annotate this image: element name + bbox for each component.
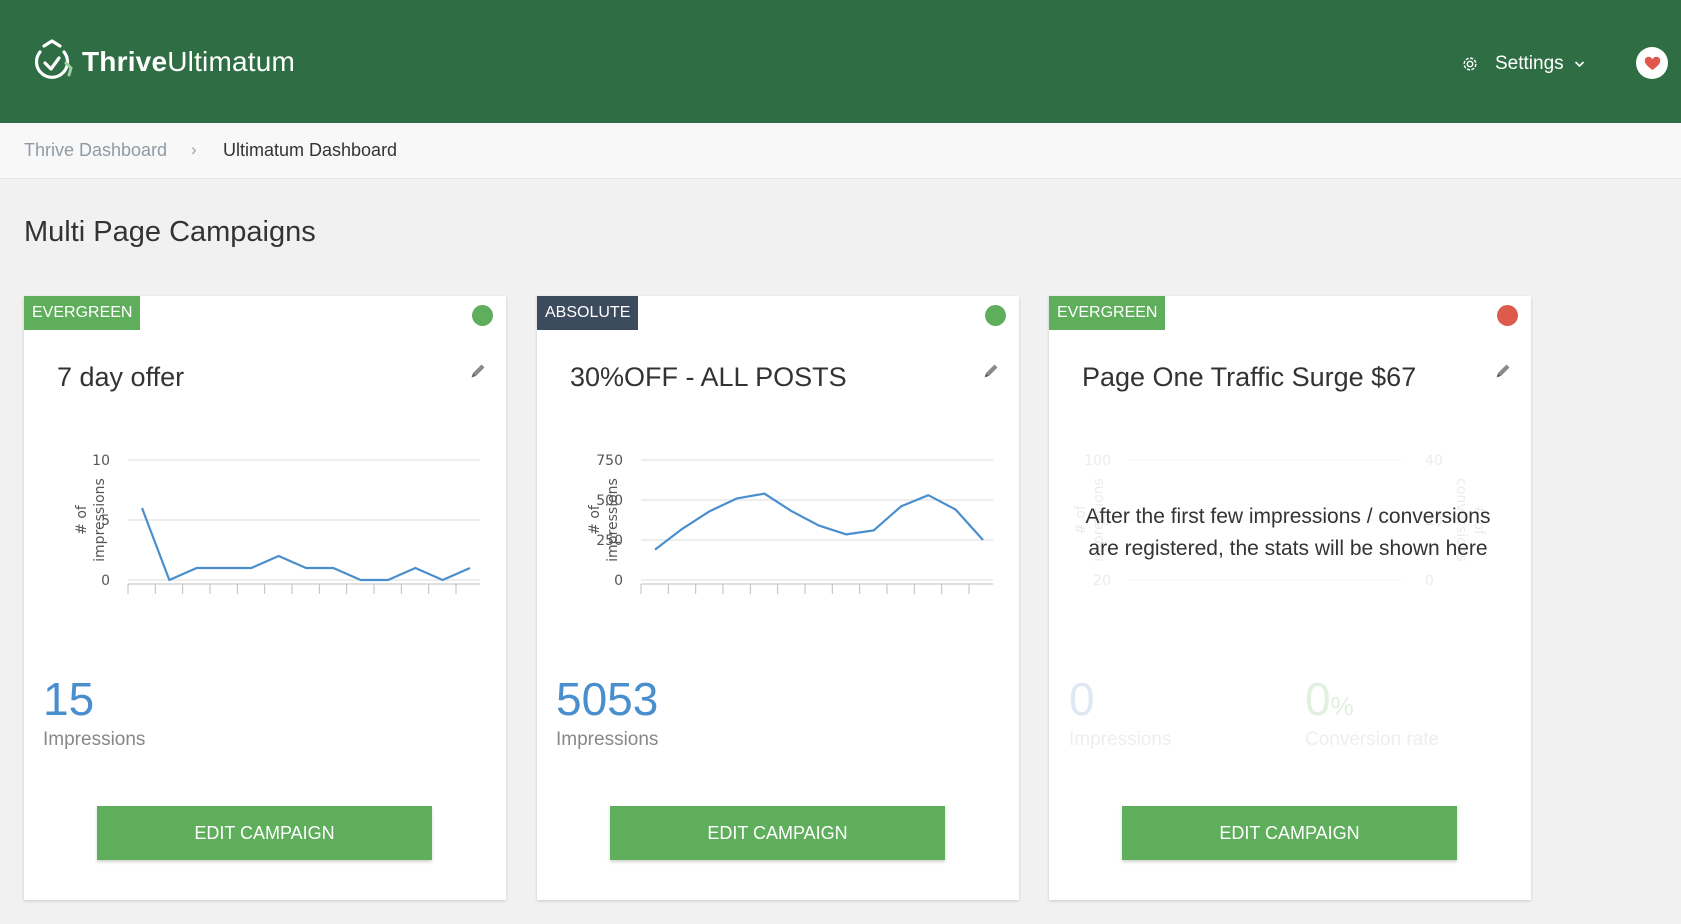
brand-name-light: Ultimatum <box>167 46 296 77</box>
campaign-type-tag: EVERGREEN <box>24 296 141 330</box>
y-tick-label: 750 <box>596 453 623 469</box>
y-axis-label-line: impressions <box>605 478 621 562</box>
breadcrumb-separator: › <box>191 140 197 159</box>
pencil-icon[interactable] <box>1494 362 1512 380</box>
y-tick-label: 100 <box>1084 453 1111 469</box>
y-tick-label: 10 <box>92 453 110 469</box>
conversion-rate-value: 0% <box>1305 676 1354 722</box>
status-indicator <box>472 305 493 326</box>
y-tick-label: 0 <box>101 573 110 589</box>
impressions-count: 5053 <box>556 673 659 725</box>
campaign-card: EVERGREEN 7 day offer # of impressions 0 5 1… <box>24 296 506 900</box>
campaign-title: Page One Traffic Surge $67 <box>1082 362 1417 392</box>
impressions-series-line <box>140 507 471 582</box>
conversion-rate-number: 0 <box>1305 673 1331 725</box>
empty-stats-message: After the first few impressions / conver… <box>1085 505 1491 560</box>
brand-logo[interactable]: ThriveUltimatum <box>31 39 295 85</box>
y-tick-label: 250 <box>596 533 623 549</box>
y2-tick-label: 40 <box>1425 453 1443 469</box>
conversion-rate-label: Conversion rate <box>1305 729 1440 750</box>
edit-campaign-button[interactable]: EDIT CAMPAIGN <box>610 806 945 860</box>
pencil-icon[interactable] <box>982 362 1000 380</box>
impressions-series-line <box>654 492 984 551</box>
y-tick-label: 5 <box>101 513 110 529</box>
impressions-label: Impressions <box>43 729 146 750</box>
impressions-chart: # of impressions0510 <box>74 453 480 594</box>
pencil-icon[interactable] <box>469 362 487 380</box>
impressions-count: 0 <box>1069 673 1095 725</box>
y2-tick-label: 0 <box>1425 573 1434 589</box>
campaign-card: ABSOLUTE 30%OFF - ALL POSTS # of impressi… <box>537 296 1019 900</box>
edit-campaign-button[interactable]: EDIT CAMPAIGN <box>97 806 432 860</box>
campaign-title: 7 day offer <box>57 362 185 392</box>
y-axis-label: # of impressions <box>587 478 621 562</box>
y-tick-label: 0 <box>614 573 623 589</box>
breadcrumb-current: Ultimatum Dashboard <box>223 140 398 160</box>
settings-label: Settings <box>1495 53 1564 74</box>
top-header: ThriveUltimatum Settings <box>0 0 1681 123</box>
impressions-label: Impressions <box>556 729 659 750</box>
heart-button[interactable] <box>1636 47 1668 79</box>
conversion-rate-unit: % <box>1330 691 1354 721</box>
impressions-chart: # of impressions 0 250 500 750 <box>587 453 993 594</box>
campaign-title: 30%OFF - ALL POSTS <box>570 362 847 392</box>
brand-name-bold: Thrive <box>82 46 168 77</box>
gear-icon <box>1463 57 1477 71</box>
status-indicator <box>985 305 1006 326</box>
campaign-card: EVERGREEN Page One Traffic Surge $67 # o… <box>1049 296 1531 900</box>
settings-menu[interactable]: Settings <box>1461 50 1585 78</box>
thrive-clock-logo-icon <box>34 39 73 79</box>
impressions-count: 15 <box>43 673 95 725</box>
status-indicator <box>1497 305 1518 326</box>
y-tick-label: 500 <box>596 493 623 509</box>
y-tick-label: 20 <box>1093 573 1111 589</box>
breadcrumb-thrive-dashboard[interactable]: Thrive Dashboard <box>24 140 167 161</box>
impressions-label: Impressions <box>1069 729 1172 750</box>
heart-icon <box>1644 56 1660 70</box>
breadcrumb: Thrive Dashboard › Ultimatum Dashboard <box>0 123 1681 179</box>
chevron-down-icon <box>1574 61 1584 68</box>
campaign-type-tag: ABSOLUTE <box>537 296 639 330</box>
edit-campaign-button[interactable]: EDIT CAMPAIGN <box>1122 806 1457 860</box>
page-title: Multi Page Campaigns <box>24 216 316 248</box>
y-axis-label-line: # of <box>74 504 90 535</box>
campaign-type-tag: EVERGREEN <box>1049 296 1166 330</box>
